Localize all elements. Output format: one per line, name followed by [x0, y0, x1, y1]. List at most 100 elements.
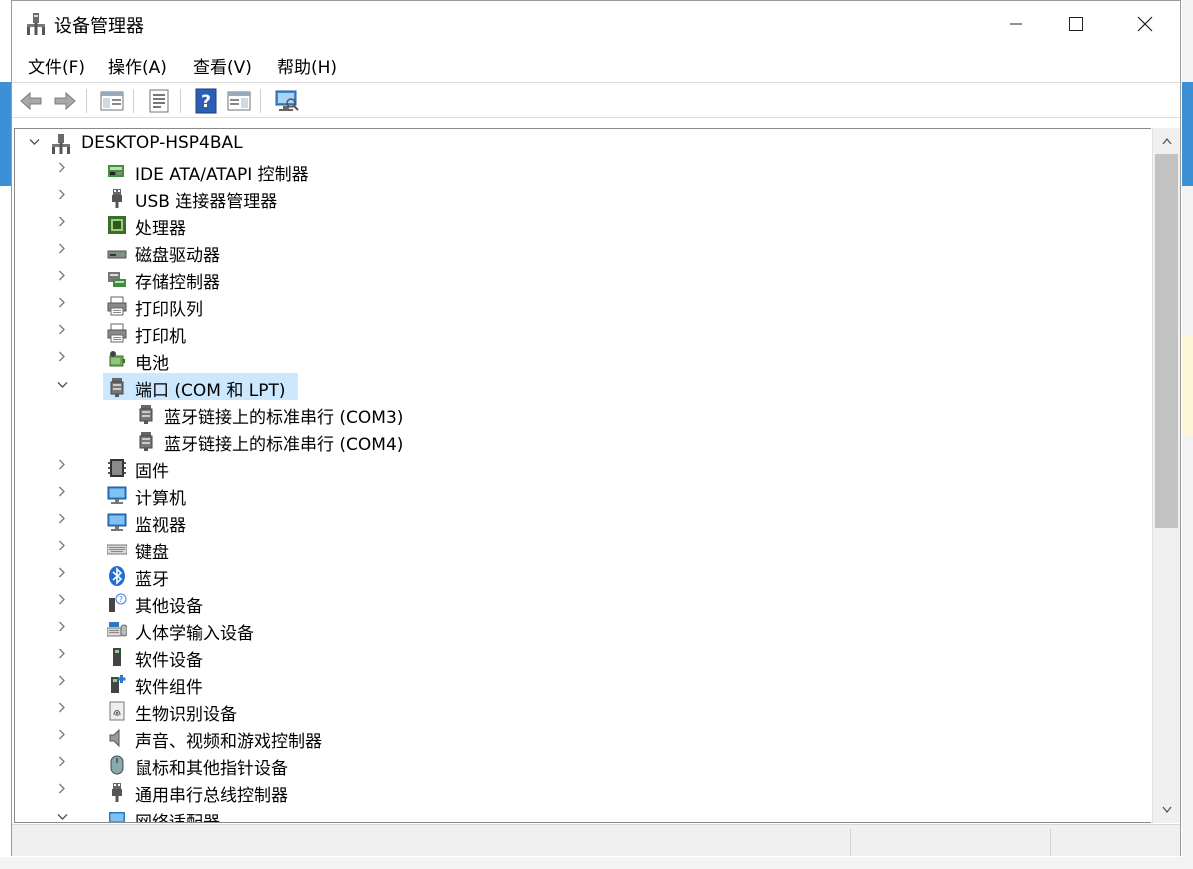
- tree-item-label: 人体学输入设备: [135, 624, 254, 644]
- maximize-button[interactable]: [1053, 1, 1099, 47]
- chevron-right-icon[interactable]: [55, 781, 69, 801]
- chevron-right-icon[interactable]: [55, 187, 69, 207]
- software-component-icon: [107, 674, 127, 694]
- close-button[interactable]: [1122, 1, 1168, 47]
- chevron-right-icon[interactable]: [55, 700, 69, 720]
- software-device-icon: [107, 647, 127, 667]
- printer-icon: [107, 323, 127, 343]
- tree-item[interactable]: USB 连接器管理器: [15, 184, 1151, 212]
- scroll-down-button[interactable]: [1153, 799, 1180, 821]
- tree-item[interactable]: 电池: [15, 346, 1151, 374]
- back-icon[interactable]: [18, 88, 44, 114]
- properties-icon[interactable]: [146, 88, 172, 114]
- tree-item-label: USB 连接器管理器: [135, 192, 278, 212]
- tree-child-item[interactable]: 蓝牙链接上的标准串行 (COM4): [15, 427, 1151, 455]
- tree-item[interactable]: 网络适配器: [15, 805, 1151, 822]
- chevron-down-icon[interactable]: [55, 808, 69, 822]
- tree-item[interactable]: 人体学输入设备: [15, 616, 1151, 644]
- status-pane: [12, 829, 850, 855]
- menu-view[interactable]: 查看(V): [191, 53, 254, 78]
- tree-item-label: 端口 (COM 和 LPT): [135, 381, 286, 401]
- chevron-right-icon[interactable]: [55, 754, 69, 774]
- menu-help[interactable]: 帮助(H): [275, 53, 339, 78]
- svg-text:?: ?: [201, 92, 211, 112]
- tree-item[interactable]: 端口 (COM 和 LPT): [15, 373, 1151, 401]
- chevron-right-icon[interactable]: [55, 160, 69, 180]
- tree-item[interactable]: 键盘: [15, 535, 1151, 563]
- chevron-right-icon[interactable]: [55, 349, 69, 369]
- chevron-right-icon[interactable]: [55, 727, 69, 747]
- hid-icon: [106, 620, 128, 640]
- scroll-thumb[interactable]: [1155, 154, 1178, 528]
- device-tree[interactable]: DESKTOP-HSP4BAL IDE ATA/ATAPI 控制器 USB 连接器管…: [14, 128, 1151, 823]
- scan-hardware-icon[interactable]: [274, 88, 300, 114]
- chevron-right-icon[interactable]: [55, 322, 69, 342]
- tree-item[interactable]: 软件组件: [15, 670, 1151, 698]
- tree-item[interactable]: 监视器: [15, 508, 1151, 536]
- chevron-right-icon[interactable]: [55, 619, 69, 639]
- title-bar[interactable]: 设备管理器: [12, 1, 1180, 47]
- tree-item-label: 生物识别设备: [135, 705, 237, 725]
- tree-item-label: 监视器: [135, 516, 186, 536]
- keyboard-icon: [106, 539, 128, 559]
- tree-item[interactable]: 通用串行总线控制器: [15, 778, 1151, 806]
- chevron-right-icon[interactable]: [55, 538, 69, 558]
- tree-root[interactable]: DESKTOP-HSP4BAL: [15, 130, 1151, 157]
- tree-item[interactable]: 打印队列: [15, 292, 1151, 320]
- tree-item[interactable]: 计算机: [15, 481, 1151, 509]
- chevron-right-icon[interactable]: [55, 457, 69, 477]
- chevron-right-icon[interactable]: [55, 241, 69, 261]
- tree-item-label: 处理器: [135, 219, 186, 239]
- tree-item[interactable]: 磁盘驱动器: [15, 238, 1151, 266]
- tree-item-label: 其他设备: [135, 597, 203, 617]
- toolbar-separator: [260, 89, 261, 113]
- firmware-icon: [107, 458, 127, 478]
- help-icon[interactable]: ?: [193, 88, 219, 114]
- tree-item[interactable]: 固件: [15, 454, 1151, 482]
- chevron-right-icon[interactable]: [55, 565, 69, 585]
- tree-item-label: 蓝牙链接上的标准串行 (COM4): [164, 435, 404, 455]
- desktop-background: [0, 857, 1193, 869]
- chevron-down-icon[interactable]: [27, 133, 41, 153]
- minimize-button[interactable]: [993, 1, 1039, 47]
- chevron-right-icon[interactable]: [55, 268, 69, 288]
- tree-item[interactable]: IDE ATA/ATAPI 控制器: [15, 157, 1151, 185]
- usb-controller-icon: [107, 782, 127, 802]
- tree-item[interactable]: 蓝牙: [15, 562, 1151, 590]
- tree-child-item[interactable]: 蓝牙链接上的标准串行 (COM3): [15, 400, 1151, 428]
- chevron-right-icon[interactable]: [55, 214, 69, 234]
- forward-icon[interactable]: [52, 88, 78, 114]
- device-manager-icon: [27, 13, 45, 35]
- status-pane: [1050, 829, 1181, 855]
- tree-item-label: 电池: [135, 354, 169, 374]
- tree-item-label: IDE ATA/ATAPI 控制器: [135, 165, 309, 185]
- chevron-right-icon[interactable]: [55, 511, 69, 531]
- device-manager-window: 设备管理器 文件(F) 操作(A) 查看(V) 帮助(H) ? DESKTOP-…: [11, 0, 1181, 856]
- tree-item[interactable]: 打印机: [15, 319, 1151, 347]
- chevron-right-icon[interactable]: [55, 646, 69, 666]
- menu-file[interactable]: 文件(F): [26, 53, 87, 78]
- tree-item-label: 软件设备: [135, 651, 203, 671]
- mouse-icon: [107, 755, 127, 775]
- menu-action[interactable]: 操作(A): [106, 53, 169, 78]
- tree-item[interactable]: ? 其他设备: [15, 589, 1151, 617]
- monitor-icon: [107, 512, 127, 532]
- network-adapter-icon: [107, 809, 127, 822]
- tree-item[interactable]: 软件设备: [15, 643, 1151, 671]
- tree-item[interactable]: 生物识别设备: [15, 697, 1151, 725]
- chevron-right-icon[interactable]: [55, 592, 69, 612]
- show-hide-tree-icon[interactable]: [99, 88, 125, 114]
- ide-controller-icon: [107, 161, 127, 181]
- tree-item[interactable]: 鼠标和其他指针设备: [15, 751, 1151, 779]
- vertical-scrollbar[interactable]: [1152, 128, 1180, 823]
- chevron-right-icon[interactable]: [55, 673, 69, 693]
- window-title: 设备管理器: [54, 16, 144, 37]
- tree-item[interactable]: 存储控制器: [15, 265, 1151, 293]
- scroll-up-button[interactable]: [1153, 130, 1180, 152]
- chevron-right-icon[interactable]: [55, 484, 69, 504]
- action-pane-icon[interactable]: [226, 88, 252, 114]
- tree-item[interactable]: 处理器: [15, 211, 1151, 239]
- chevron-right-icon[interactable]: [55, 295, 69, 315]
- chevron-down-icon[interactable]: [55, 376, 69, 396]
- tree-item[interactable]: 声音、视频和游戏控制器: [15, 724, 1151, 752]
